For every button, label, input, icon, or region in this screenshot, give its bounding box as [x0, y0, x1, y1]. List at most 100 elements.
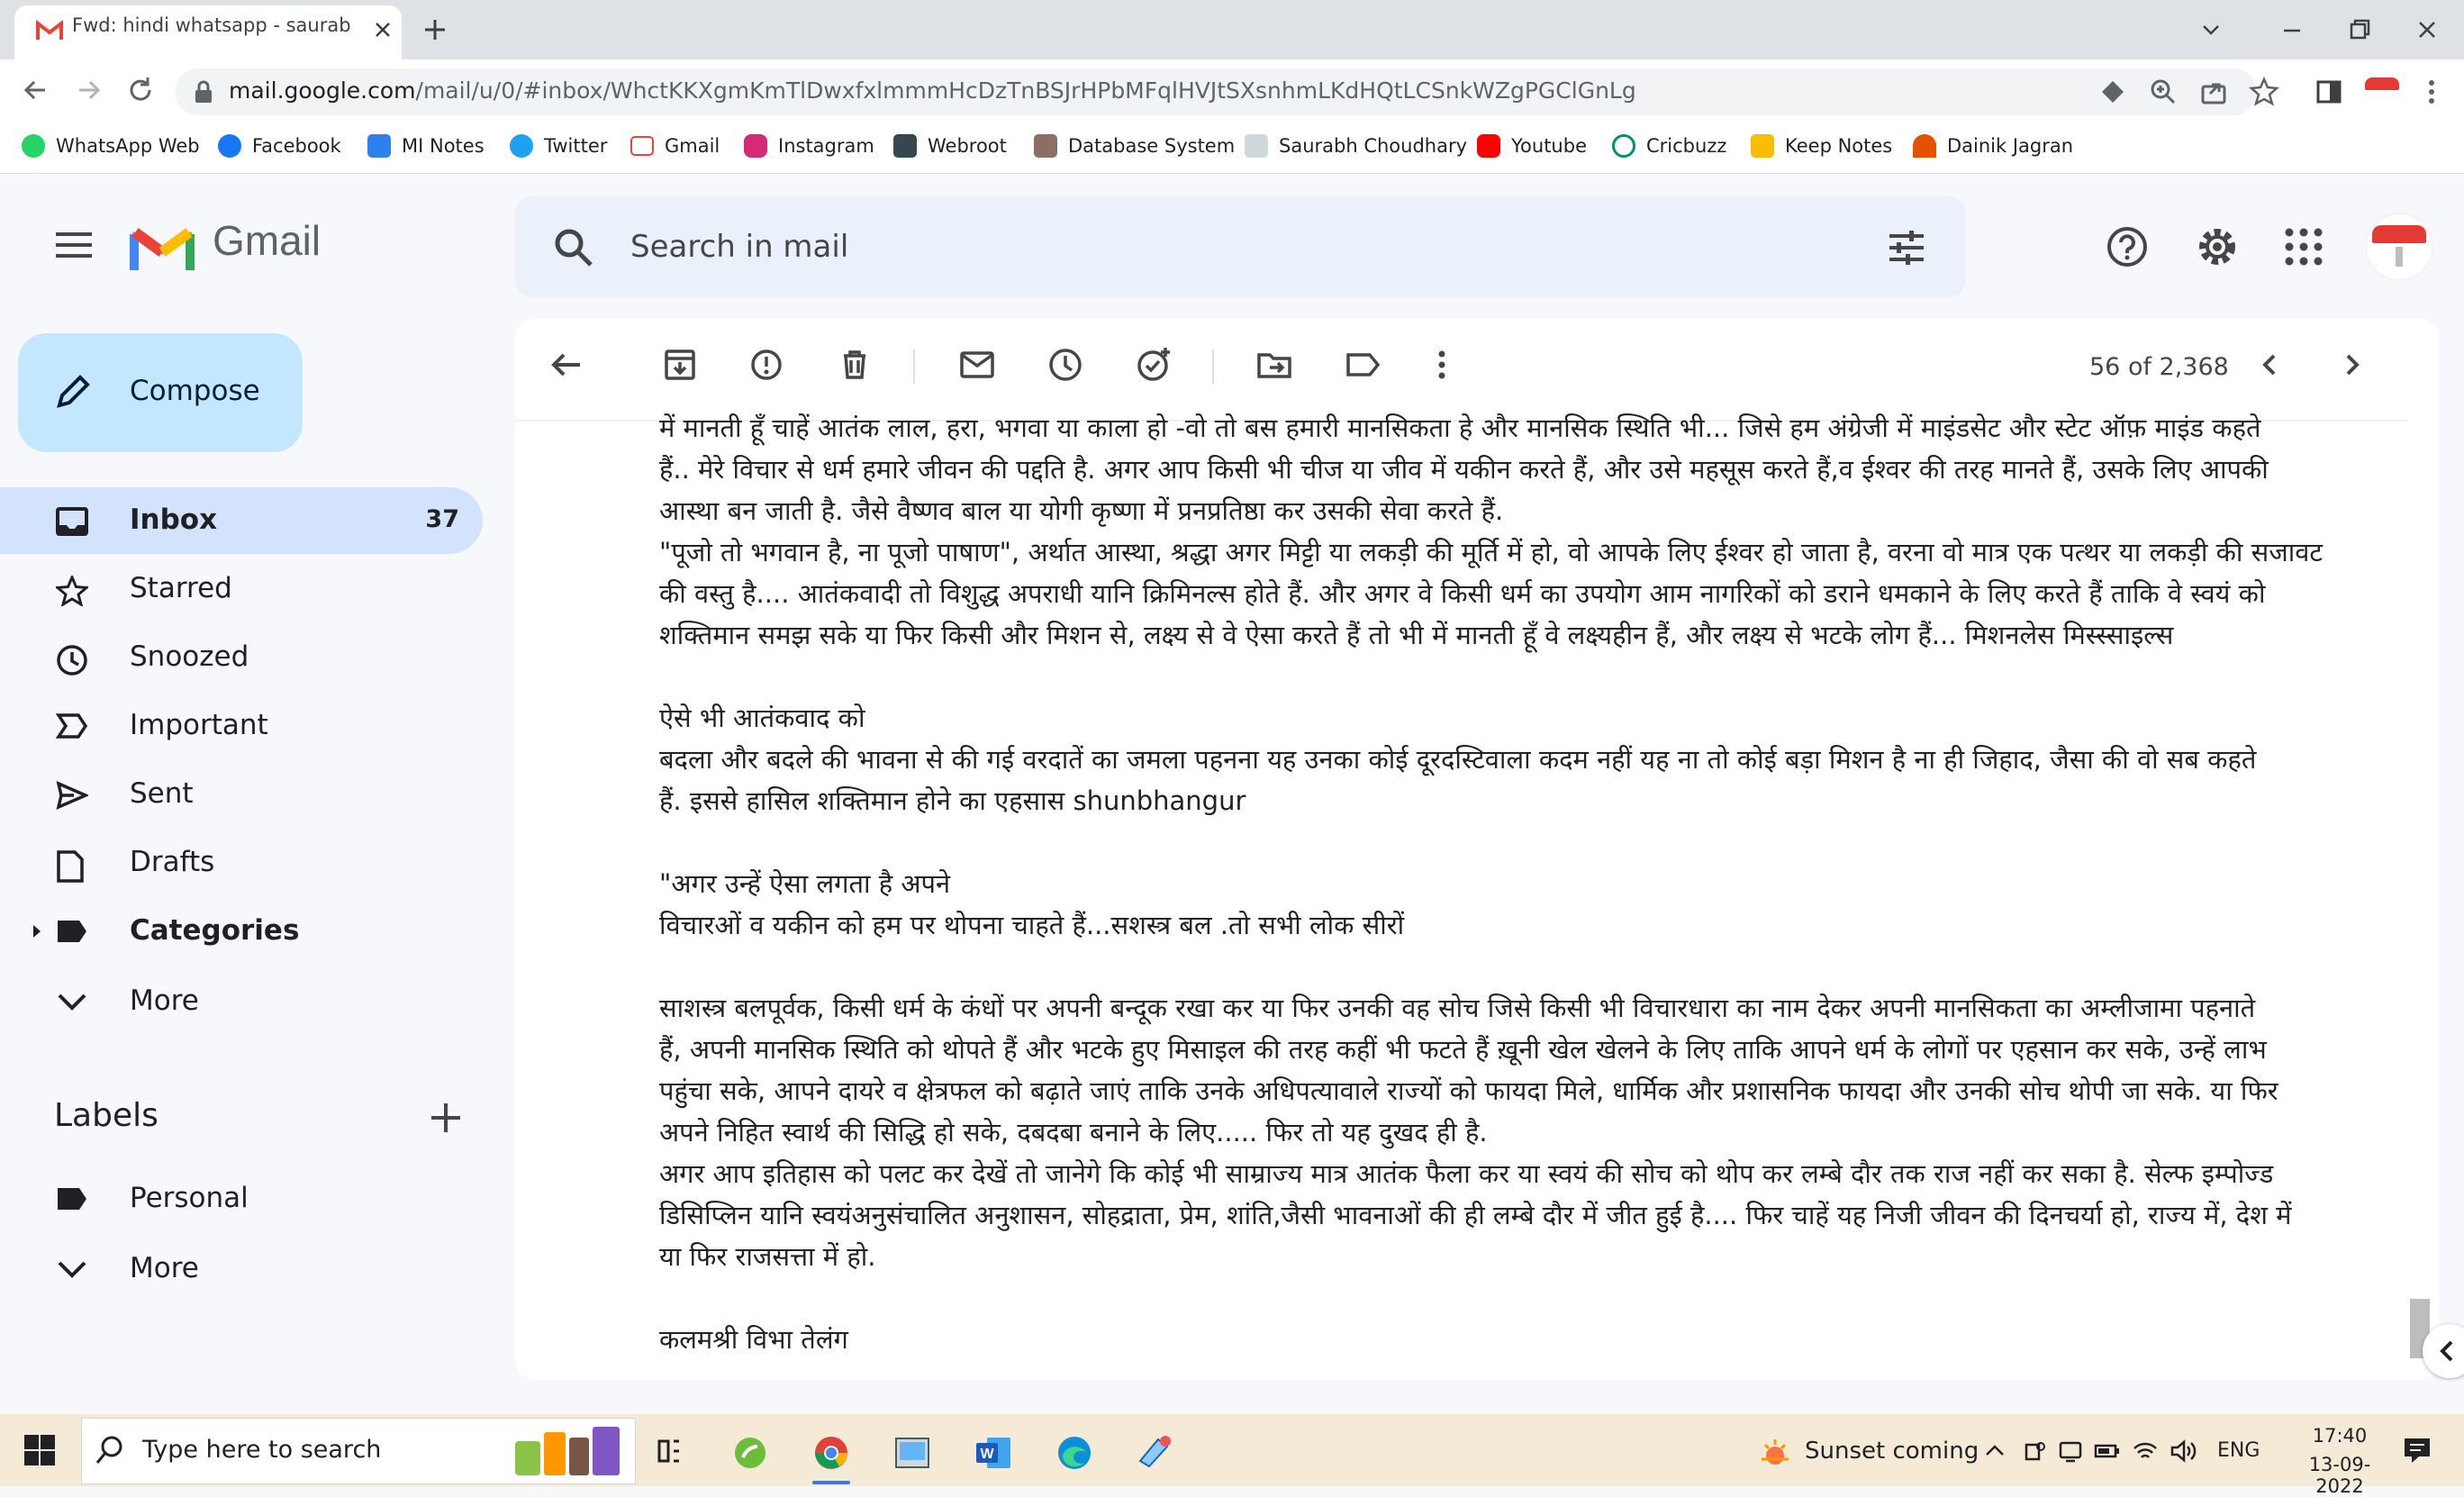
- help-icon[interactable]: [2104, 223, 2151, 270]
- edge-icon[interactable]: [1045, 1423, 1104, 1483]
- clock-time[interactable]: 17:40: [2295, 1425, 2385, 1447]
- bookmark-gmail[interactable]: Gmail: [630, 130, 720, 162]
- weather-text[interactable]: Sunset coming: [1805, 1438, 1979, 1465]
- nav-inbox[interactable]: Inbox 37: [0, 487, 483, 554]
- nav-more[interactable]: More: [0, 968, 483, 1035]
- battery-icon[interactable]: [2093, 1438, 2122, 1465]
- mark-unread-icon[interactable]: [955, 342, 1000, 387]
- labels-more[interactable]: More: [0, 1236, 483, 1302]
- clock-date[interactable]: 13-09-2022: [2295, 1454, 2385, 1497]
- bookmark-instagram[interactable]: Instagram: [744, 130, 874, 162]
- body-line: साशस्त्र बलपूर्वक, किसी धर्म के कंधों पर…: [659, 993, 2256, 1023]
- notifications-icon[interactable]: [2401, 1434, 2433, 1466]
- url-text[interactable]: mail.google.com/mail/u/0/#inbox/WhctKKXg…: [229, 77, 1636, 104]
- word-icon[interactable]: W: [964, 1423, 1023, 1483]
- tab-search-icon[interactable]: [2188, 7, 2233, 52]
- forward-icon[interactable]: [70, 72, 106, 108]
- search-input[interactable]: Search in mail: [630, 229, 848, 265]
- bookmark-dainik-jagran[interactable]: Dainik Jagran: [1913, 130, 2073, 162]
- label-personal[interactable]: Personal: [0, 1166, 483, 1232]
- bookmark-database-system[interactable]: Database System: [1034, 130, 1235, 162]
- windows-start-icon[interactable]: [23, 1434, 56, 1466]
- paint-icon[interactable]: [1126, 1423, 1185, 1483]
- bookmark-facebook[interactable]: Facebook: [218, 130, 341, 162]
- bookmark-label: Facebook: [252, 135, 341, 157]
- settings-gear-icon[interactable]: [2192, 222, 2242, 272]
- page-icon: [1245, 134, 1268, 158]
- side-panel-icon[interactable]: [2313, 76, 2345, 108]
- newer-chevron-left-icon[interactable]: [2248, 342, 2293, 387]
- older-chevron-right-icon[interactable]: [2329, 342, 2374, 387]
- restore-icon[interactable]: [2336, 7, 2381, 52]
- label-icon: [56, 918, 88, 945]
- back-icon[interactable]: [18, 72, 54, 108]
- bookmark-keep-notes[interactable]: Keep Notes: [1751, 130, 1892, 162]
- add-to-tasks-icon[interactable]: [1131, 342, 1176, 387]
- tray-app-icon[interactable]: [2021, 1438, 2048, 1465]
- account-avatar[interactable]: [2367, 214, 2432, 279]
- green-app-icon[interactable]: [720, 1423, 780, 1483]
- body-line: अपने निहित स्वार्थ की सिद्धि हो सके, दबद…: [659, 1117, 1488, 1148]
- gmail-wordmark[interactable]: Gmail: [213, 216, 321, 265]
- nav-snoozed[interactable]: Snoozed: [0, 624, 483, 691]
- close-window-icon[interactable]: [2405, 7, 2450, 52]
- bookmark-webroot[interactable]: Webroot: [893, 130, 1007, 162]
- nav-label: Important: [130, 709, 268, 741]
- nav-sent[interactable]: Sent: [0, 761, 483, 828]
- more-options-icon[interactable]: [1419, 342, 1464, 387]
- bookmark-saurabh-choudhary[interactable]: Saurabh Choudhary: [1245, 130, 1467, 162]
- chrome-icon[interactable]: [802, 1423, 861, 1484]
- label-as-icon[interactable]: [1340, 342, 1385, 387]
- back-to-inbox-icon[interactable]: [544, 342, 589, 387]
- zoom-icon[interactable]: [2147, 76, 2179, 108]
- bookmark-label: Twitter: [544, 135, 608, 157]
- whatsapp-icon: [22, 134, 45, 158]
- lock-icon[interactable]: [193, 79, 214, 104]
- bookmark-star-icon[interactable]: [2248, 76, 2280, 108]
- extension-icon[interactable]: [2097, 76, 2129, 108]
- compose-label: Compose: [130, 375, 260, 407]
- new-tab-icon[interactable]: [416, 11, 454, 49]
- search-options-icon[interactable]: [1884, 225, 1929, 270]
- task-view-icon[interactable]: [639, 1423, 699, 1483]
- browser-menu-icon[interactable]: [2423, 74, 2441, 110]
- move-to-icon[interactable]: [1252, 342, 1297, 387]
- google-apps-icon[interactable]: [2282, 225, 2325, 268]
- image-viewer-icon[interactable]: [883, 1423, 942, 1483]
- side-panel-toggle[interactable]: [2423, 1324, 2464, 1378]
- tab-close-icon[interactable]: [371, 18, 394, 41]
- minimize-icon[interactable]: [2269, 7, 2315, 52]
- add-label-icon[interactable]: [427, 1099, 465, 1137]
- bookmark-youtube[interactable]: Youtube: [1477, 130, 1587, 162]
- archive-icon[interactable]: [657, 342, 702, 387]
- nav-drafts[interactable]: Drafts: [0, 830, 483, 896]
- report-spam-icon[interactable]: [744, 342, 789, 387]
- bookmark-cricbuzz[interactable]: Cricbuzz: [1612, 130, 1726, 162]
- bookmark-mi-notes[interactable]: MI Notes: [367, 130, 485, 162]
- main-menu-icon[interactable]: [50, 227, 97, 263]
- tray-chevron-up-icon[interactable]: [1981, 1438, 2008, 1465]
- search-icon[interactable]: [551, 225, 596, 270]
- wifi-icon[interactable]: [2131, 1438, 2160, 1465]
- search-highlight-icon[interactable]: [510, 1423, 627, 1479]
- volume-icon[interactable]: [2169, 1438, 2197, 1465]
- browser-profile-avatar[interactable]: [2361, 70, 2403, 112]
- share-icon[interactable]: [2197, 76, 2230, 108]
- snooze-icon[interactable]: [1043, 342, 1088, 387]
- gmail-logo-icon[interactable]: [130, 222, 195, 272]
- reload-icon[interactable]: [122, 72, 159, 108]
- language-indicator[interactable]: ENG: [2217, 1439, 2260, 1462]
- tray-display-icon[interactable]: [2057, 1438, 2084, 1465]
- bookmark-label: Dainik Jagran: [1947, 135, 2074, 157]
- nav-starred[interactable]: Starred: [0, 556, 483, 622]
- nav-categories[interactable]: Categories: [0, 898, 483, 965]
- bookmark-twitter[interactable]: Twitter: [510, 130, 607, 162]
- label-name: Personal: [130, 1182, 249, 1214]
- expand-arrow-icon[interactable]: [31, 923, 43, 939]
- nav-label: Categories: [130, 914, 300, 947]
- important-icon: [56, 712, 88, 739]
- bookmark-whatsapp[interactable]: WhatsApp Web: [22, 130, 200, 162]
- nav-important[interactable]: Important: [0, 693, 483, 759]
- delete-icon[interactable]: [832, 342, 877, 387]
- weather-icon[interactable]: [1758, 1434, 1792, 1468]
